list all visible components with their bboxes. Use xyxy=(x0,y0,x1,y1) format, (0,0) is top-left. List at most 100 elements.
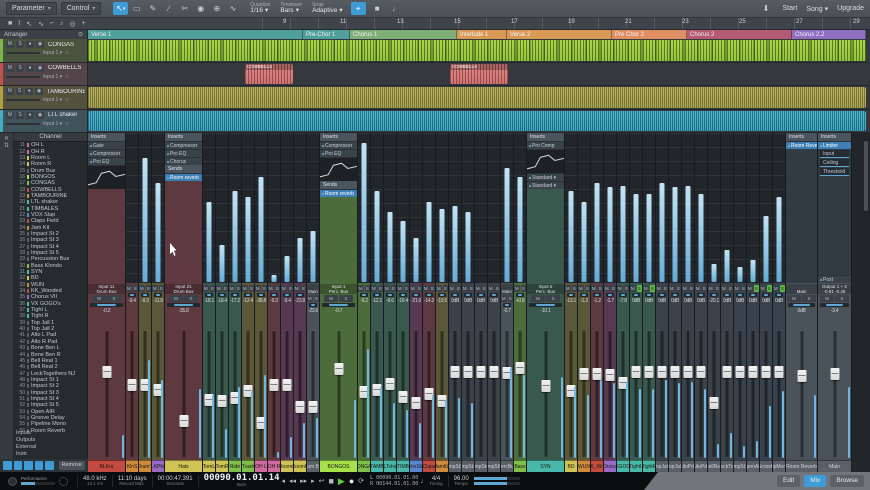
arranger-section[interactable]: Chorus 2.2 xyxy=(792,30,866,39)
volume-db-value[interactable]: -1.3 xyxy=(578,298,590,304)
rewind-bar-button[interactable]: ◂ xyxy=(282,477,286,485)
mute-button[interactable]: M xyxy=(630,285,636,292)
mute-button[interactable]: M xyxy=(531,295,545,302)
monitor-button[interactable]: ◉ xyxy=(35,88,43,95)
volume-db-value[interactable]: 0dB xyxy=(462,298,474,304)
mute-button[interactable]: M xyxy=(229,285,235,292)
time-signature-display[interactable]: 4/4 Timing xyxy=(429,476,442,487)
arranger-section[interactable]: Pre-Chor 1 xyxy=(303,30,350,39)
inserts-header[interactable]: Inserts xyxy=(320,133,357,141)
mute-tool[interactable]: ◉ xyxy=(193,2,208,15)
pan-slider[interactable] xyxy=(775,293,783,297)
channel-label[interactable]: OpenAIR xyxy=(747,460,759,472)
pan-slider[interactable] xyxy=(128,293,136,297)
volume-db-value[interactable]: -13.1 xyxy=(565,298,577,304)
volume-db-value[interactable]: -9.4 xyxy=(281,298,293,304)
solo-button[interactable]: S xyxy=(546,295,560,302)
track-lane[interactable] xyxy=(88,39,870,63)
mute-button[interactable]: M xyxy=(565,285,571,292)
channel-label[interactable]: ImpSt3 xyxy=(462,460,474,472)
solo-button[interactable]: S xyxy=(429,285,435,292)
edit-icon-6[interactable]: ◎ xyxy=(70,20,76,28)
mixer-scrollbar[interactable] xyxy=(864,141,868,211)
audio-clip[interactable]: COWBELLS xyxy=(245,63,293,84)
fader-cap[interactable] xyxy=(308,401,318,413)
fader-cap[interactable] xyxy=(683,366,693,378)
volume-db-value[interactable]: 0dB xyxy=(773,298,785,304)
volume-db-value[interactable]: +0.8 xyxy=(514,298,526,304)
pan-slider[interactable] xyxy=(516,293,524,297)
io-label[interactable]: Outputs xyxy=(16,437,88,444)
timebase-group[interactable]: Timebase Bars ▾ xyxy=(280,2,302,15)
console-tab-2[interactable] xyxy=(24,461,33,470)
audio-clip[interactable] xyxy=(88,87,866,108)
mute-button[interactable]: M xyxy=(721,285,727,292)
mute-button[interactable]: M xyxy=(126,285,132,292)
console-tab-4[interactable] xyxy=(45,461,54,470)
volume-db-value[interactable]: 0dB xyxy=(630,298,642,304)
output-routing-label[interactable]: Main xyxy=(501,289,513,294)
loop-button[interactable]: ⟳ xyxy=(358,477,364,485)
channel-label[interactable]: CONGAS xyxy=(358,460,370,472)
mute-button[interactable]: M xyxy=(294,285,300,292)
channel-label[interactable]: Room Reverb xyxy=(786,460,817,472)
track-input-select[interactable]: Input 1 ▾ xyxy=(43,121,62,127)
solo-button[interactable]: S xyxy=(468,285,474,292)
fader-cap[interactable] xyxy=(398,391,408,403)
channel-label[interactable]: ImpSt4 xyxy=(475,460,487,472)
control-dropdown[interactable]: Control ▾ xyxy=(60,2,102,15)
mute-button[interactable]: M xyxy=(384,285,390,292)
volume-db-value[interactable]: -18.4 xyxy=(216,298,228,304)
stop-button[interactable]: ■ xyxy=(328,476,333,486)
volume-db-value[interactable]: 0dB xyxy=(721,298,733,304)
volume-db-value[interactable]: -9.3 xyxy=(268,298,280,304)
mute-button[interactable]: M xyxy=(324,295,338,302)
audio-clip[interactable]: COWBELLS xyxy=(450,63,508,84)
start-page-button[interactable]: Start xyxy=(783,5,798,12)
channel-label[interactable]: Bass xyxy=(514,460,526,472)
fader-cap[interactable] xyxy=(179,415,188,427)
channel-label[interactable]: KlnS xyxy=(126,460,138,472)
channel-label[interactable]: TopJal1 xyxy=(656,460,668,472)
pan-knob-icon[interactable]: ○ xyxy=(65,97,68,103)
pan-slider[interactable] xyxy=(697,293,705,297)
pan-slider[interactable] xyxy=(788,303,815,307)
solo-button[interactable]: S xyxy=(16,41,24,48)
mute-button[interactable]: M xyxy=(656,285,662,292)
forward-bar-button[interactable]: ▸ xyxy=(311,477,315,485)
mute-button[interactable]: M xyxy=(242,285,248,292)
channel-label[interactable]: TightL xyxy=(630,460,642,472)
song-position-display[interactable]: 00090.01.01.14 Bars xyxy=(204,474,280,488)
edit-icon-4[interactable]: ⌐ xyxy=(50,20,54,28)
pan-slider[interactable] xyxy=(619,293,627,297)
mute-button[interactable]: M xyxy=(488,285,494,292)
fader-cap[interactable] xyxy=(748,366,758,378)
volume-db-value[interactable]: -38.8 xyxy=(255,298,267,304)
channel-label[interactable]: Trash xyxy=(242,460,254,472)
limiter-field[interactable]: Ceiling xyxy=(820,159,849,167)
solo-button[interactable]: S xyxy=(377,285,383,292)
download-icon[interactable]: ⬇ xyxy=(759,2,774,15)
volume-db-value[interactable]: 0dB xyxy=(682,298,694,304)
pan-slider[interactable] xyxy=(399,293,407,297)
inserts-header[interactable]: Inserts xyxy=(88,133,125,141)
quantize-group[interactable]: Quantize 1/16 ▾ xyxy=(250,2,270,15)
solo-button[interactable]: S xyxy=(835,295,849,302)
solo-button[interactable]: S xyxy=(416,285,422,292)
insert-plugin[interactable]: Pro EQ xyxy=(165,149,202,157)
fader-cap[interactable] xyxy=(592,368,602,380)
pan-slider[interactable] xyxy=(283,293,291,297)
pan-slider[interactable] xyxy=(736,293,744,297)
solo-button[interactable]: S xyxy=(714,285,720,292)
pan-slider[interactable] xyxy=(580,293,588,297)
mute-button[interactable]: M xyxy=(307,295,313,302)
channel-label[interactable]: TopJal2 xyxy=(669,460,681,472)
console-left-sidebar[interactable]: ✕ ⇅ xyxy=(0,133,14,472)
channel-label[interactable]: LTsha xyxy=(384,460,396,472)
insert-plugin[interactable]: Pro EQ xyxy=(88,157,125,165)
record-arm-button[interactable]: ● xyxy=(25,88,34,95)
output-routing-label[interactable]: Perc. Bus xyxy=(527,289,564,294)
console-tab-1[interactable] xyxy=(13,461,22,470)
insert-plugin[interactable]: Compressor xyxy=(165,141,202,149)
pan-slider[interactable] xyxy=(606,293,614,297)
